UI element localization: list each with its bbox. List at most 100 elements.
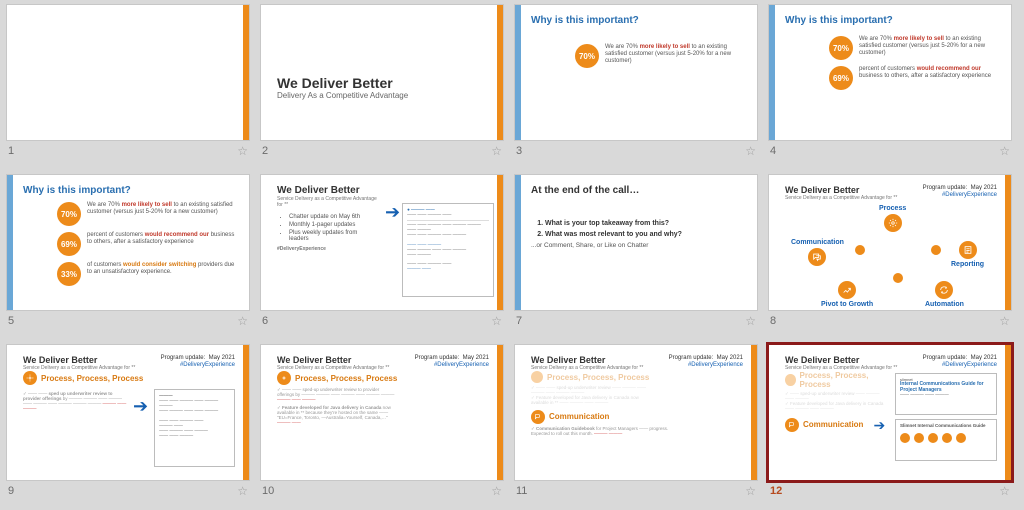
dot-icon [893, 273, 903, 283]
percent-circle: 69% [829, 66, 853, 90]
slide-number: 11 [516, 485, 527, 497]
star-icon[interactable]: ☆ [745, 314, 756, 328]
slide-number: 9 [8, 485, 14, 497]
slide-meta: 11 ☆ [514, 481, 758, 498]
slide-cell-11: We Deliver Better Service Delivery as a … [514, 344, 758, 504]
slide-number: 2 [262, 145, 268, 157]
report-icon [959, 241, 977, 259]
body-text: ✓ —— sped-up underwriter review —— ——— —… [785, 392, 889, 412]
body-text: ✓ Feature developed for Java delivery in… [277, 406, 397, 426]
percent-circle: 70% [575, 44, 599, 68]
slide-cell-5: Why is this important? 70% We are 70% mo… [6, 174, 250, 334]
chat-icon [808, 248, 826, 266]
slide-thumb-4[interactable]: Why is this important? 70% We are 70% mo… [768, 4, 1012, 141]
accent-bar [497, 345, 503, 480]
accent-bar [515, 175, 521, 310]
automation-icon [935, 281, 953, 299]
slide-cell-2: We Deliver Better Delivery As a Competit… [260, 4, 504, 164]
star-icon[interactable]: ☆ [491, 144, 502, 158]
slide-thumb-8[interactable]: We Deliver Better Service Delivery as a … [768, 174, 1012, 311]
slide-thumb-12[interactable]: We Deliver Better Service Delivery as a … [768, 344, 1012, 481]
slide-thumb-9[interactable]: We Deliver Better Service Delivery as a … [6, 344, 250, 481]
slide-thumb-2[interactable]: We Deliver Better Delivery As a Competit… [260, 4, 504, 141]
slide-heading: We Deliver Better [23, 355, 135, 365]
slide-cell-6: We Deliver Better Service Delivery as a … [260, 174, 504, 334]
program-tag: Program update: May 2021#DeliveryExperie… [669, 355, 743, 368]
star-icon[interactable]: ☆ [999, 314, 1010, 328]
hashtag: #DeliveryExperience [277, 246, 377, 252]
node-label: Reporting [951, 261, 984, 268]
slide-heading: Why is this important? [785, 15, 997, 26]
slide-heading: We Deliver Better [785, 355, 897, 365]
slide-cell-10: We Deliver Better Service Delivery as a … [260, 344, 504, 504]
slide-cell-8: We Deliver Better Service Delivery as a … [768, 174, 1012, 334]
star-icon[interactable]: ☆ [491, 484, 502, 498]
slide-cell-1: 1 ☆ [6, 4, 250, 164]
gear-icon [785, 374, 796, 386]
dot-icon [900, 433, 910, 443]
slide-thumb-6[interactable]: We Deliver Better Service Delivery as a … [260, 174, 504, 311]
slide-thumb-1[interactable] [6, 4, 250, 141]
slide-thumb-10[interactable]: We Deliver Better Service Delivery as a … [260, 344, 504, 481]
slide-meta: 8 ☆ [768, 311, 1012, 328]
slide-thumb-7[interactable]: At the end of the call… What is your top… [514, 174, 758, 311]
accent-bar [243, 5, 249, 140]
section-heading: Process, Process, Process [800, 371, 890, 389]
body-text: ✓ —— —— sped-up underwriter review to pr… [277, 388, 397, 403]
chat-icon [785, 418, 799, 432]
question-list: What is your top takeaway from this? Wha… [531, 220, 743, 238]
slide-heading: Why is this important? [531, 15, 743, 26]
slide-number: 3 [516, 145, 522, 157]
program-tag: Program update: May 2021#DeliveryExperie… [923, 185, 997, 198]
star-icon[interactable]: ☆ [237, 144, 248, 158]
slide-subtitle: Delivery As a Competitive Advantage [277, 91, 489, 100]
bullet-list: Chatter update on May 6th Monthly 1-page… [277, 214, 377, 242]
body-text: ✓ —— —— sped up underwriter review to pr… [23, 392, 127, 412]
slide-subtitle: Service Delivery as a Competitive Advant… [785, 195, 897, 201]
hint-text: ...or Comment, Share, or Like on Chatter [531, 242, 743, 249]
star-icon[interactable]: ☆ [745, 484, 756, 498]
star-icon[interactable]: ☆ [237, 484, 248, 498]
slide-meta: 7 ☆ [514, 311, 758, 328]
gear-icon [531, 371, 543, 383]
doc-preview: ————— —— ——— —— ——— ————— ——— —— —— ————… [154, 389, 235, 467]
accent-bar [497, 5, 503, 140]
slide-thumb-5[interactable]: Why is this important? 70% We are 70% mo… [6, 174, 250, 311]
accent-bar [497, 175, 503, 310]
stat-text: percent of customers would recommend our… [859, 66, 997, 80]
accent-bar [769, 5, 775, 140]
star-icon[interactable]: ☆ [491, 314, 502, 328]
slide-cell-3: Why is this important? 70% We are 70% mo… [514, 4, 758, 164]
star-icon[interactable]: ☆ [745, 144, 756, 158]
star-icon[interactable]: ☆ [999, 144, 1010, 158]
section-heading: Process, Process, Process [41, 374, 143, 383]
slide-thumb-3[interactable]: Why is this important? 70% We are 70% mo… [514, 4, 758, 141]
slide-number: 12 [770, 485, 782, 497]
arrow-icon: ➔ [385, 203, 400, 221]
slide-number: 4 [770, 145, 776, 157]
slide-heading: We Deliver Better [531, 355, 643, 365]
star-icon[interactable]: ☆ [999, 484, 1010, 498]
stat-text: of customers would consider switching pr… [87, 262, 235, 276]
body-text: ✓ Communication Guidebook for Project Ma… [531, 427, 671, 437]
slide-number: 10 [262, 485, 274, 497]
slide-subtitle: Service Delivery as a Competitive Advant… [277, 196, 377, 208]
slide-meta: 1 ☆ [6, 141, 250, 158]
doc-preview: Slimnet Internal Communications Guide [895, 419, 997, 461]
slide-number: 1 [8, 145, 14, 157]
arrow-icon: ➔ [873, 418, 885, 432]
accent-bar [515, 5, 521, 140]
slide-title: We Deliver Better [277, 75, 489, 91]
percent-circle: 69% [57, 232, 81, 256]
slide-cell-7: At the end of the call… What is your top… [514, 174, 758, 334]
accent-bar [751, 345, 757, 480]
dot-icon [942, 433, 952, 443]
slide-cell-9: We Deliver Better Service Delivery as a … [6, 344, 250, 504]
dot-icon [956, 433, 966, 443]
slide-thumb-11[interactable]: We Deliver Better Service Delivery as a … [514, 344, 758, 481]
star-icon[interactable]: ☆ [237, 314, 248, 328]
slide-meta: 2 ☆ [260, 141, 504, 158]
chat-icon [531, 410, 545, 424]
gear-icon [23, 371, 37, 385]
slide-meta: 10 ☆ [260, 481, 504, 498]
